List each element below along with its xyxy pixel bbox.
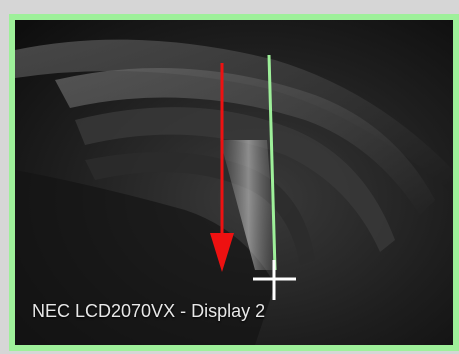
display-arrangement-area: NEC LCD2070VX - Display 2 bbox=[0, 0, 459, 354]
desktop-wallpaper bbox=[15, 20, 453, 345]
display-name-label: NEC LCD2070VX - Display 2 bbox=[32, 301, 266, 321]
display-2-thumbnail[interactable]: NEC LCD2070VX - Display 2 bbox=[9, 14, 459, 351]
